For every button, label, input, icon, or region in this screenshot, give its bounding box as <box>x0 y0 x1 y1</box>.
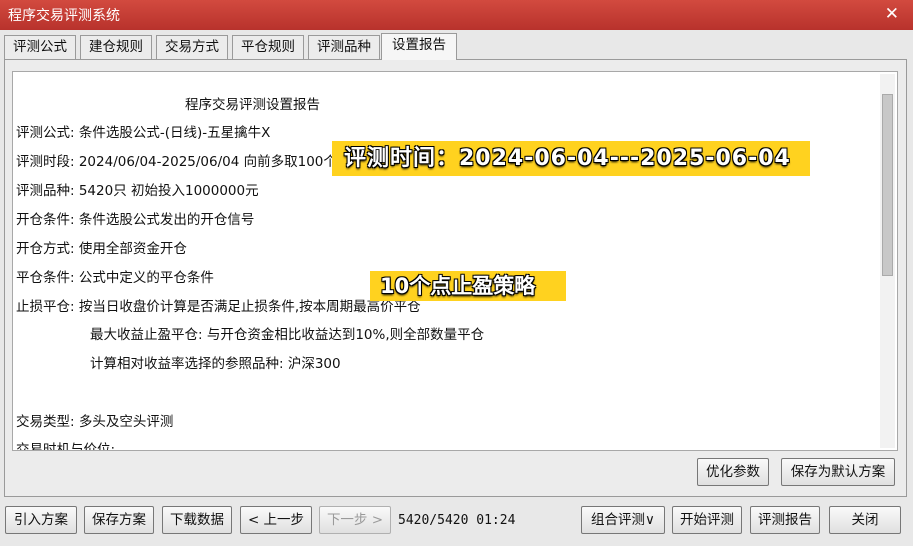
report-scrollbar[interactable] <box>880 74 895 448</box>
eval-report-button[interactable]: 评测报告 <box>750 506 820 534</box>
tab-open-rules[interactable]: 建仓规则 <box>80 35 152 59</box>
start-eval-button[interactable]: 开始评测 <box>672 506 742 534</box>
tab-formula[interactable]: 评测公式 <box>4 35 76 59</box>
combo-eval-dropdown[interactable]: 组合评测∨ <box>581 506 665 534</box>
close-button[interactable]: 关闭 <box>829 506 901 534</box>
next-step-button[interactable]: 下一步 > <box>319 506 391 534</box>
progress-status: 5420/5420 01:24 <box>398 513 516 528</box>
report-line-close-condition: 平仓条件: 公式中定义的平仓条件 <box>16 270 214 286</box>
report-line-take-profit: 最大收益止盈平仓: 与开仓资金相比收益达到10%,则全部数量平仓 <box>90 327 485 343</box>
title-bar: 程序交易评测系统 ✕ <box>0 0 913 30</box>
report-textbox[interactable]: 程序交易评测设置报告 评测公式: 条件选股公式-(日线)-五星擒牛X 评测时段:… <box>12 71 898 451</box>
report-line-stop-loss: 止损平仓: 按当日收盘价计算是否满足止损条件,按本周期最高价平仓 <box>16 299 421 315</box>
tab-close-rules[interactable]: 平仓规则 <box>232 35 304 59</box>
close-icon[interactable]: ✕ <box>885 4 899 24</box>
report-line-trade-type: 交易类型: 多头及空头评测 <box>16 414 174 430</box>
strategy-caption: 10个点止盈策略 <box>370 271 566 301</box>
eval-time-caption: 评测时间：2024-06-04---2025-06-04 <box>332 141 810 176</box>
scrollbar-thumb[interactable] <box>882 94 893 276</box>
prev-step-button[interactable]: < 上一步 <box>240 506 312 534</box>
report-line-benchmark: 计算相对收益率选择的参照品种: 沪深300 <box>90 356 341 372</box>
download-data-button[interactable]: 下载数据 <box>162 506 232 534</box>
save-scheme-button[interactable]: 保存方案 <box>84 506 154 534</box>
tab-settings-report[interactable]: 设置报告 <box>381 33 457 60</box>
report-line-open-condition: 开仓条件: 条件选股公式发出的开仓信号 <box>16 212 255 228</box>
import-scheme-button[interactable]: 引入方案 <box>5 506 77 534</box>
tab-trade-mode[interactable]: 交易方式 <box>156 35 228 59</box>
tab-instruments[interactable]: 评测品种 <box>308 35 380 59</box>
report-line-timing: 交易时机与价位: <box>16 442 116 451</box>
optimize-params-button[interactable]: 优化参数 <box>697 458 769 486</box>
report-title: 程序交易评测设置报告 <box>185 97 320 113</box>
report-line-formula: 评测公式: 条件选股公式-(日线)-五星擒牛X <box>16 125 271 141</box>
window-title: 程序交易评测系统 <box>8 8 120 24</box>
save-as-default-button[interactable]: 保存为默认方案 <box>781 458 895 486</box>
report-line-open-mode: 开仓方式: 使用全部资金开仓 <box>16 241 187 257</box>
report-line-instruments: 评测品种: 5420只 初始投入1000000元 <box>16 183 259 199</box>
